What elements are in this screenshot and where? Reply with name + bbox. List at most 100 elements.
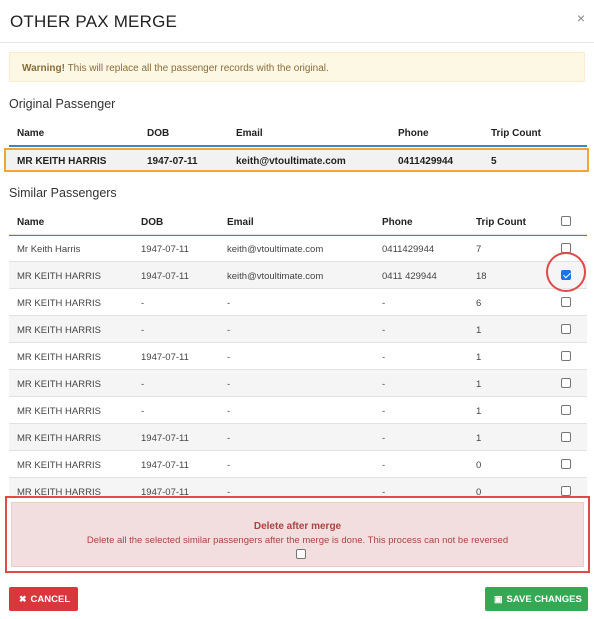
cell-trips: 1 xyxy=(476,406,482,417)
cell-trips: 1 xyxy=(476,325,482,336)
col-dob: DOB xyxy=(147,128,170,139)
col-name: Name xyxy=(17,217,45,228)
cell-dob: - xyxy=(141,406,145,417)
row-select-checkbox[interactable] xyxy=(561,432,571,442)
col-phone: Phone xyxy=(398,128,429,139)
cell-email: keith@vtoultimate.com xyxy=(227,244,324,255)
cell-trips: 1 xyxy=(476,379,482,390)
dialog-header: OTHER PAX MERGE × xyxy=(0,0,594,43)
table-row: MR KEITH HARRIS 1947-07-11 - - 1 xyxy=(9,423,587,451)
original-passenger-table: Name DOB Email Phone Trip Count xyxy=(9,117,587,147)
original-email: keith@vtoultimate.com xyxy=(236,156,346,167)
row-select-checkbox[interactable] xyxy=(561,405,571,415)
dialog-title: OTHER PAX MERGE xyxy=(10,12,178,31)
cell-name: MR KEITH HARRIS xyxy=(17,433,101,444)
original-dob: 1947-07-11 xyxy=(147,156,198,167)
delete-after-merge-checkbox[interactable] xyxy=(296,549,306,559)
cell-email: - xyxy=(227,325,231,336)
table-row: Mr Keith Harris 1947-07-11 keith@vtoultima… xyxy=(9,234,587,262)
cell-name: MR KEITH HARRIS xyxy=(17,379,101,390)
delete-after-merge-highlight: Delete after merge Delete all the select… xyxy=(5,496,590,573)
cell-dob: - xyxy=(141,379,145,390)
table-row: MR KEITH HARRIS 1947-07-11 - - 0 xyxy=(9,477,587,496)
cell-dob: 1947-07-11 xyxy=(141,352,189,363)
cancel-label: CANCEL xyxy=(30,594,71,605)
col-trip-count: Trip Count xyxy=(491,128,541,139)
cell-phone: - xyxy=(382,433,386,444)
cell-trips: 0 xyxy=(476,487,482,496)
table-row: MR KEITH HARRIS - - - 1 xyxy=(9,396,587,424)
original-name: MR KEITH HARRIS xyxy=(17,156,107,167)
cell-trips: 6 xyxy=(476,298,482,309)
delete-after-merge-panel: Delete after merge Delete all the select… xyxy=(11,502,584,567)
cell-name: MR KEITH HARRIS xyxy=(17,460,101,471)
original-trips: 5 xyxy=(491,156,497,167)
save-changes-button[interactable]: ▣ SAVE CHANGES xyxy=(485,587,588,611)
table-row: MR KEITH HARRIS - - - 6 xyxy=(9,288,587,316)
similar-passengers-table: Name DOB Email Phone Trip Count Mr Keith… xyxy=(9,206,587,496)
cell-email: - xyxy=(227,406,231,417)
table-row: MR KEITH HARRIS - - - 1 xyxy=(9,315,587,343)
cell-trips: 7 xyxy=(476,244,482,255)
select-all-checkbox[interactable] xyxy=(561,216,571,226)
row-select-checkbox[interactable] xyxy=(561,378,571,388)
original-phone: 0411429944 xyxy=(398,156,454,167)
original-passenger-row: MR KEITH HARRIS 1947-07-11 keith@vtoulti… xyxy=(4,148,589,172)
warning-alert: Warning! This will replace all the passe… xyxy=(9,52,585,82)
cell-dob: 1947-07-11 xyxy=(141,487,189,496)
save-label: SAVE CHANGES xyxy=(506,594,582,605)
cell-email: - xyxy=(227,298,231,309)
cell-name: MR KEITH HARRIS xyxy=(17,406,101,417)
row-select-checkbox[interactable] xyxy=(561,351,571,361)
cell-dob: 1947-07-11 xyxy=(141,460,189,471)
warning-text: This will replace all the passenger reco… xyxy=(64,63,329,74)
cell-name: MR KEITH HARRIS xyxy=(17,271,101,282)
cell-email: - xyxy=(227,460,231,471)
table-row: MR KEITH HARRIS - - - 1 xyxy=(9,369,587,397)
cell-phone: - xyxy=(382,487,386,496)
col-dob: DOB xyxy=(141,217,164,228)
table-row: MR KEITH HARRIS 1947-07-11 keith@vtoultima… xyxy=(9,261,587,289)
similar-passengers-label: Similar Passengers xyxy=(9,186,117,200)
cell-trips: 0 xyxy=(476,460,482,471)
col-trip-count: Trip Count xyxy=(476,217,526,228)
row-select-checkbox[interactable] xyxy=(561,459,571,469)
cell-phone: - xyxy=(382,352,386,363)
cell-dob: 1947-07-11 xyxy=(141,244,189,255)
cancel-button[interactable]: ✖ CANCEL xyxy=(9,587,78,611)
cell-email: - xyxy=(227,487,231,496)
warning-strong: Warning! xyxy=(22,63,65,74)
close-icon[interactable]: × xyxy=(577,10,585,26)
close-icon: ✖ xyxy=(19,594,27,604)
row-select-checkbox[interactable] xyxy=(561,486,571,496)
cell-phone: - xyxy=(382,298,386,309)
cell-trips: 18 xyxy=(476,271,487,282)
cell-dob: 1947-07-11 xyxy=(141,433,189,444)
original-table-header: Name DOB Email Phone Trip Count xyxy=(9,117,587,147)
table-row: MR KEITH HARRIS 1947-07-11 - - 1 xyxy=(9,342,587,370)
original-passenger-label: Original Passenger xyxy=(9,97,116,111)
cell-email: - xyxy=(227,433,231,444)
cell-email: - xyxy=(227,379,231,390)
cell-phone: - xyxy=(382,325,386,336)
cell-phone: 0411 429944 xyxy=(382,271,437,282)
col-email: Email xyxy=(236,128,263,139)
row-select-checkbox[interactable] xyxy=(561,324,571,334)
delete-after-merge-description: Delete all the selected similar passenge… xyxy=(86,535,509,546)
cell-dob: - xyxy=(141,325,145,336)
save-icon: ▣ xyxy=(494,594,503,604)
cell-name: MR KEITH HARRIS xyxy=(17,298,101,309)
cell-name: MR KEITH HARRIS xyxy=(17,352,101,363)
cell-name: MR KEITH HARRIS xyxy=(17,325,101,336)
cell-phone: 0411429944 xyxy=(382,244,435,255)
cell-email: - xyxy=(227,352,231,363)
row-select-checkbox[interactable] xyxy=(561,297,571,307)
delete-after-merge-title: Delete after merge xyxy=(253,521,342,532)
col-phone: Phone xyxy=(382,217,413,228)
table-row: MR KEITH HARRIS 1947-07-11 - - 0 xyxy=(9,450,587,478)
col-name: Name xyxy=(17,128,45,139)
cell-phone: - xyxy=(382,406,386,417)
cell-trips: 1 xyxy=(476,433,482,444)
cell-trips: 1 xyxy=(476,352,482,363)
col-email: Email xyxy=(227,217,254,228)
